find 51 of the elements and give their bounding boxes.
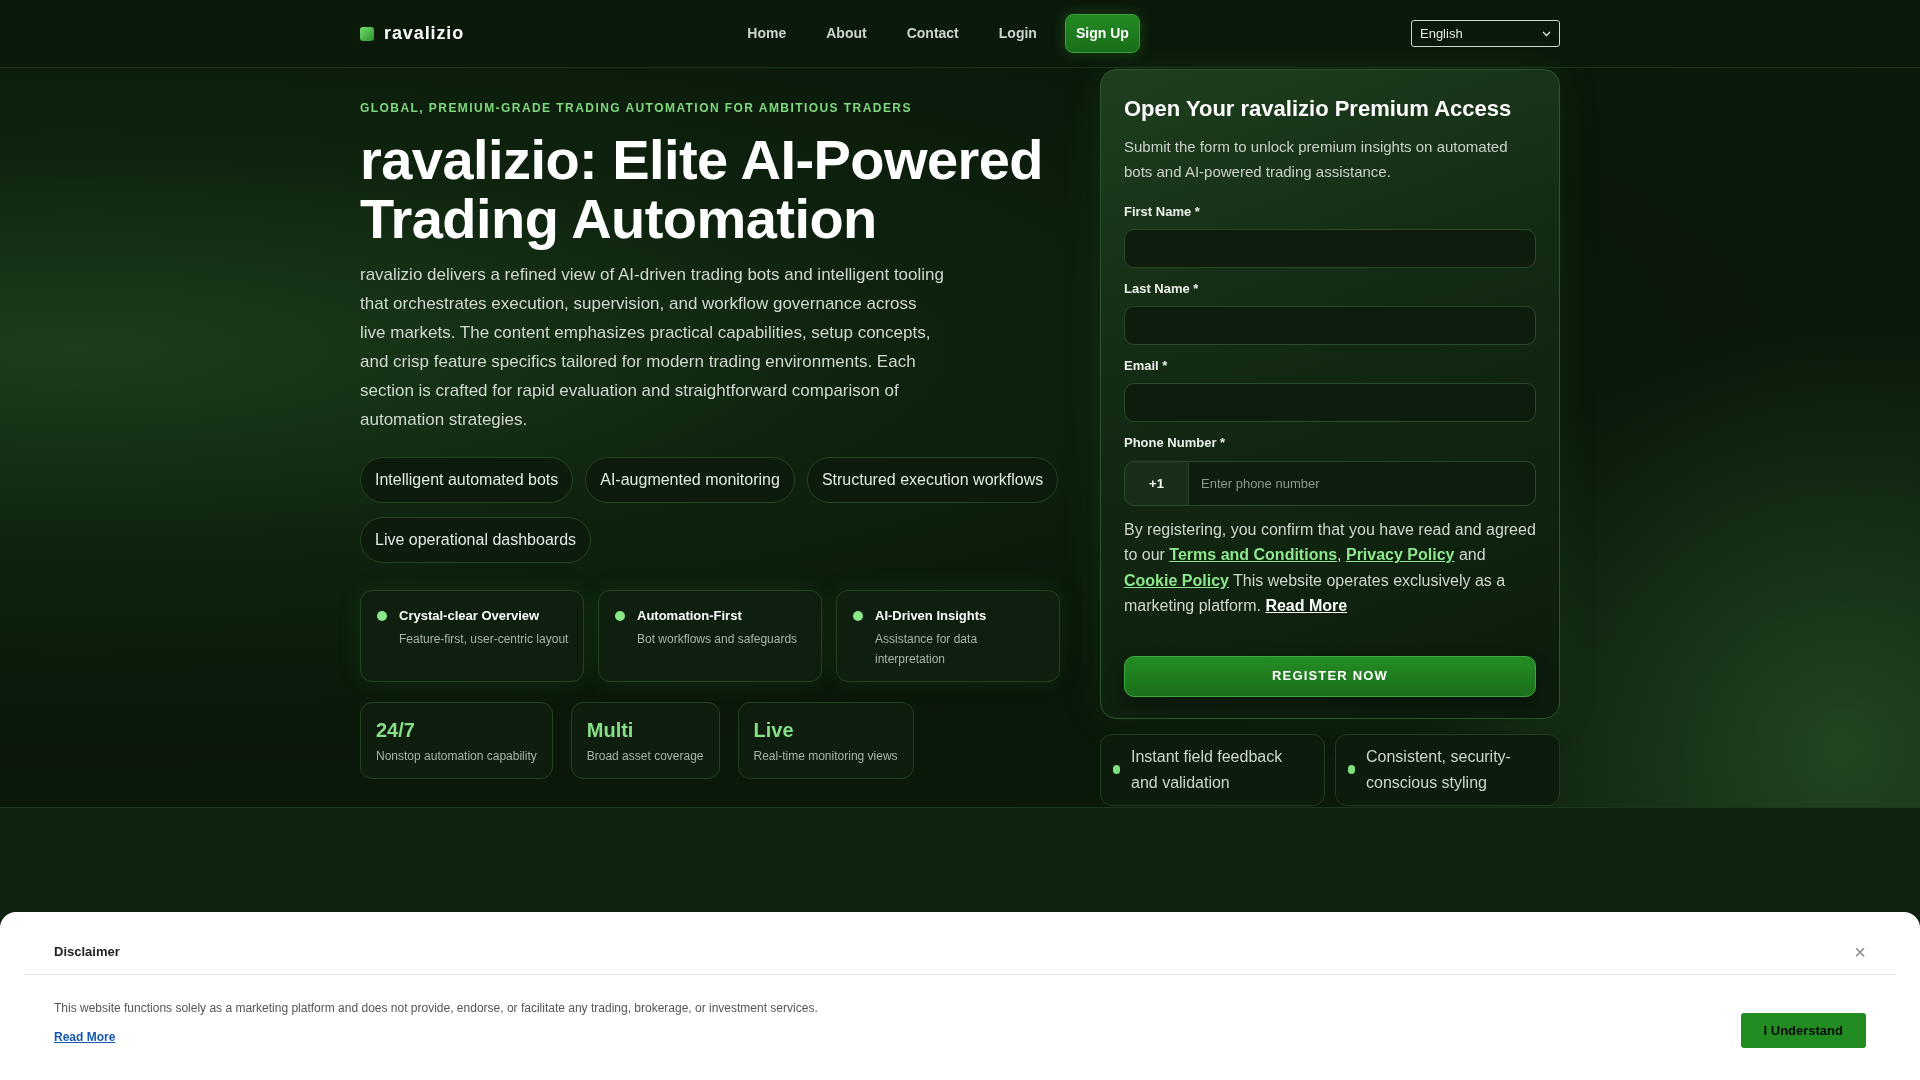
policy-link[interactable]: Privacy Policy xyxy=(1345,546,1455,564)
logo-link[interactable]: ravalizio xyxy=(360,20,465,47)
country-code-box[interactable]: +1 xyxy=(1124,461,1189,506)
chevron-down-icon xyxy=(1542,30,1551,37)
stat-value: Multi xyxy=(586,718,635,743)
form-description: Submit the form to unlock premium insights on automated bots and AI-powered trading assistance. xyxy=(1124,137,1509,182)
stat-value: 24/7 xyxy=(376,718,416,743)
feature-tag: Intelligent automated bots xyxy=(360,457,574,503)
language-select[interactable]: English xyxy=(1411,20,1560,47)
stat-label: Real-time monitoring views xyxy=(753,748,898,765)
text-input-field[interactable] xyxy=(1124,306,1536,345)
field-label: First Name * xyxy=(1124,204,1201,220)
hero-title: ravalizio: Elite AI-Powered Trading Automation xyxy=(360,130,1044,248)
consent-text: By registering, you confirm that you have read and agreed to our Terms and Conditions, Privacy Policy and Cookie Policy This website operates exclusively as a marketing platform. Read More xyxy=(1124,520,1536,617)
disclaimer-text: This website functions solely as a marketing platform and does not provide, endorse, or facilitate any trading, brokerage, or investment services. xyxy=(54,1000,818,1017)
register-button[interactable]: REGISTER NOW xyxy=(1124,655,1536,697)
nav-link[interactable]: Home xyxy=(735,15,799,52)
hero-eyebrow: GLOBAL, PREMIUM-GRADE TRADING AUTOMATION FOR AMBITIOUS TRADERS xyxy=(360,101,913,115)
stat-value: Live xyxy=(753,718,795,743)
read-more-link[interactable]: Read More xyxy=(1265,597,1348,615)
disclaimer-title: Disclaimer xyxy=(54,943,120,961)
form-title: Open Your ravalizio Premium Access xyxy=(1124,95,1513,123)
feature-description: Bot workflows and safeguards xyxy=(637,631,798,648)
feature-title: Automation-First xyxy=(637,607,743,625)
stat-label: Nonstop automation capability xyxy=(376,748,537,765)
policy-link[interactable]: Cookie Policy xyxy=(1124,571,1229,589)
feature-title: Crystal-clear Overview xyxy=(399,607,541,625)
field-label: Last Name * xyxy=(1124,281,1200,297)
sign-up-button[interactable]: Sign Up xyxy=(1064,14,1140,53)
feature-tag: Live operational dashboards xyxy=(360,517,592,563)
feature-description: Feature-first, user-centric layout xyxy=(399,631,569,648)
field-label: Email * xyxy=(1124,358,1169,374)
phone-input-field[interactable]: Enter phone number xyxy=(1189,461,1536,506)
text-input-field[interactable] xyxy=(1124,383,1536,422)
feature-description: Assistance for data interpretation xyxy=(875,631,979,668)
feature-tag: Structured execution workflows xyxy=(806,457,1059,503)
stat-label: Broad asset coverage xyxy=(586,748,704,765)
highlight-text: Consistent, security-conscious styling xyxy=(1366,746,1512,793)
field-label: Phone Number * xyxy=(1124,435,1227,451)
nav-link[interactable]: Contact xyxy=(894,15,971,52)
feature-title: AI-Driven Insights xyxy=(875,607,988,625)
close-button[interactable]: × xyxy=(1854,942,1866,962)
text-input-field[interactable] xyxy=(1124,229,1536,268)
hero-description: ravalizio delivers a refined view of AI-driven trading bots and intelligent tooling that orchestrates execution, supervision, and workflow governance across live markets. The content emphasizes practical capabilities, setup concepts, and crisp feature specifics tailored for modern trading environments. Each section is crafted for rapid evaluation and straightforward comparison of automation strategies. xyxy=(360,264,944,431)
nav-link[interactable]: Login xyxy=(986,15,1049,52)
understand-button[interactable]: I Understand xyxy=(1740,1013,1866,1048)
read-more-link[interactable]: Read More xyxy=(54,1028,116,1046)
logo-icon xyxy=(360,26,374,41)
feature-tag: AI-augmented monitoring xyxy=(585,457,795,503)
nav-link[interactable]: About xyxy=(814,15,879,52)
highlight-text: Instant field feedback and validation xyxy=(1131,746,1284,793)
